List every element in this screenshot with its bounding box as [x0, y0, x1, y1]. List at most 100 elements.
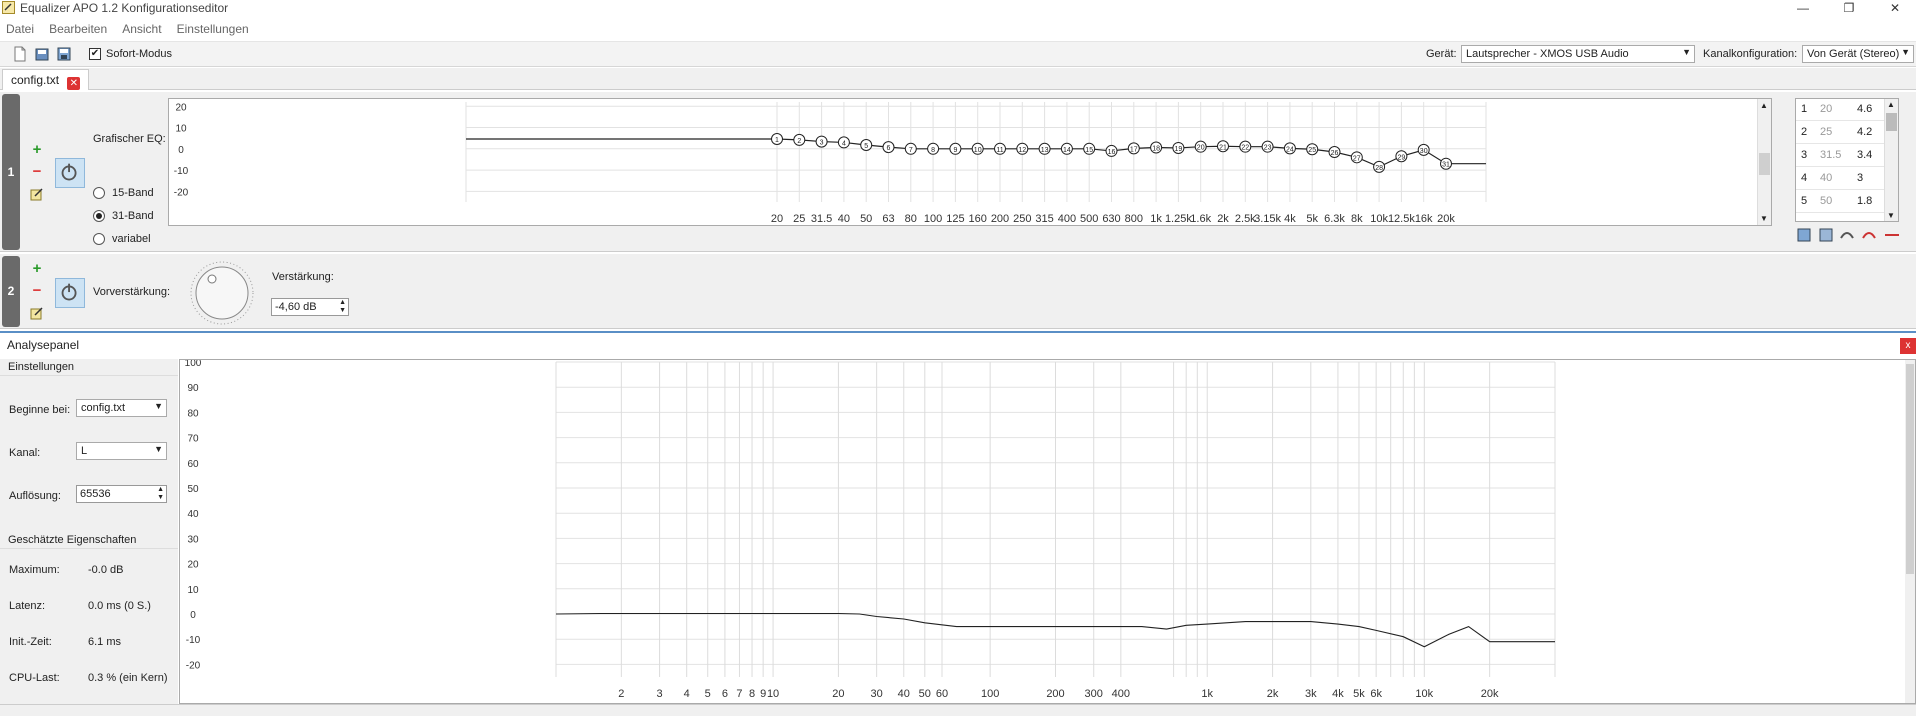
x-tick-label: 200: [1046, 688, 1064, 700]
x-tick-label: 63: [882, 213, 894, 225]
analysis-scrollbar[interactable]: [1905, 360, 1915, 703]
x-tick-label: 1.6k: [1190, 213, 1211, 225]
menu-datei[interactable]: Datei: [0, 20, 40, 38]
radio-31-band[interactable]: [93, 210, 105, 222]
spin-arrows-icon[interactable]: ▲ ▼: [157, 486, 164, 502]
x-tick-label: 5k: [1353, 688, 1365, 700]
gain-knob[interactable]: [188, 260, 256, 326]
scrollbar-thumb[interactable]: [1906, 364, 1914, 574]
menu-einstellungen[interactable]: Einstellungen: [171, 20, 255, 38]
eq-band-point-label: 1: [775, 137, 779, 144]
scroll-up-icon[interactable]: ▲: [1760, 101, 1768, 110]
start-at-label: Beginne bei:: [9, 404, 71, 416]
graphic-eq-label: Grafischer EQ:: [93, 133, 166, 145]
x-tick-label: 200: [991, 213, 1009, 225]
maximize-icon[interactable]: ❐: [1834, 0, 1864, 16]
channel-select[interactable]: L ▼: [76, 442, 167, 460]
latency-value: 0.0 ms (0 S.): [88, 600, 151, 612]
y-tick-label: 0: [178, 145, 184, 156]
minimize-icon[interactable]: —: [1788, 0, 1818, 16]
graphic-eq-plot[interactable]: 20100-10-2020 25 31.5 40 50 63 80 100 125 160 200 2…: [169, 99, 1757, 225]
scrollbar-thumb[interactable]: [1759, 153, 1770, 175]
power-toggle-icon[interactable]: [55, 278, 85, 308]
band-frequency: 40: [1820, 172, 1833, 184]
eq-band-point-label: 14: [1063, 147, 1071, 154]
eq-band-point-label: 21: [1219, 144, 1227, 151]
menu-bearbeiten[interactable]: Bearbeiten: [43, 20, 113, 38]
analysis-panel-header: Analysepanel x: [0, 331, 1916, 359]
gain-spinbox[interactable]: -4,60 dB ▲ ▼: [271, 298, 349, 316]
start-at-select[interactable]: config.txt ▼: [76, 399, 167, 417]
x-tick-label: 250: [1013, 213, 1031, 225]
x-tick-label: 1.25k: [1165, 213, 1192, 225]
band-gain: 1.8: [1857, 195, 1873, 207]
open-file-icon[interactable]: [34, 46, 50, 62]
band-row[interactable]: 5 50 1.8: [1796, 192, 1884, 213]
filter-number: 2: [2, 256, 20, 327]
close-window-icon[interactable]: ✕: [1880, 0, 1910, 16]
load-preset-icon[interactable]: [1819, 228, 1833, 242]
remove-filter-icon[interactable]: −: [30, 164, 44, 179]
band-row[interactable]: 1 20 4.6: [1796, 100, 1884, 121]
scroll-down-icon[interactable]: ▼: [1887, 211, 1895, 220]
save-preset-icon[interactable]: [1797, 228, 1811, 242]
band-index: 5: [1801, 195, 1808, 207]
scrollbar-thumb[interactable]: [1886, 113, 1897, 131]
menu-ansicht[interactable]: Ansicht: [116, 20, 167, 38]
row-divider: [1796, 189, 1884, 190]
x-tick-label: 160: [969, 213, 987, 225]
instant-mode-checkbox[interactable]: ✔: [89, 48, 101, 60]
frequency-response-plot[interactable]: 1009080706050403020100-10-202 3 4 5 6 7 8 9 10 20…: [180, 358, 1915, 703]
new-file-icon[interactable]: [12, 46, 28, 62]
channel-config-value: Von Gerät (Stereo): [1807, 48, 1900, 60]
band-row[interactable]: 3 31.5 3.4: [1796, 146, 1884, 167]
save-file-icon[interactable]: [56, 46, 72, 62]
tab-config[interactable]: config.txt ✕: [2, 69, 90, 90]
row-divider: [1796, 212, 1884, 213]
scroll-up-icon[interactable]: ▲: [1887, 100, 1895, 109]
eq-band-point-label: 25: [1308, 147, 1316, 154]
device-select[interactable]: Lautsprecher - XMOS USB Audio ▼: [1461, 45, 1695, 63]
eq-band-point-label: 24: [1286, 146, 1294, 153]
x-tick-label: 2k: [1267, 688, 1279, 700]
spin-arrows-icon[interactable]: ▲ ▼: [339, 299, 346, 315]
radio-15-band[interactable]: [93, 187, 105, 199]
invert-curve-icon[interactable]: [1862, 232, 1876, 239]
resolution-label: Auflösung:: [9, 490, 61, 502]
resolution-spinbox[interactable]: 65536 ▲ ▼: [76, 485, 167, 503]
x-tick-label: 7: [736, 688, 742, 700]
y-tick-label: 10: [175, 124, 187, 135]
edit-filter-icon[interactable]: [30, 306, 44, 320]
row-divider: [1796, 120, 1884, 121]
close-panel-icon[interactable]: x: [1900, 338, 1916, 354]
close-tab-icon[interactable]: ✕: [67, 77, 81, 90]
band-row[interactable]: 2 25 4.2: [1796, 123, 1884, 144]
init-time-value: 6.1 ms: [88, 636, 122, 648]
x-tick-label: 100: [924, 213, 942, 225]
add-filter-icon[interactable]: +: [30, 261, 44, 276]
analysis-chart[interactable]: 100 90 80 70 60 50 40 30 20 10 0 -10 -20 2 3 4 5 6 7 8 9 10 20…: [179, 358, 1916, 704]
instant-mode-label: Sofort-Modus: [106, 48, 173, 60]
band-table-scrollbar[interactable]: ▲ ▼: [1884, 99, 1898, 221]
x-tick-label: 31.5: [811, 213, 832, 225]
band-row[interactable]: 4 40 3: [1796, 169, 1884, 190]
y-tick-label: -10: [186, 635, 201, 646]
add-filter-icon[interactable]: +: [30, 142, 44, 157]
edit-filter-icon[interactable]: [30, 187, 44, 201]
channel-config-select[interactable]: Von Gerät (Stereo) ▼: [1802, 45, 1914, 63]
x-tick-label: 300: [1085, 688, 1103, 700]
power-toggle-icon[interactable]: [55, 158, 85, 188]
band-gain: 4.2: [1857, 126, 1873, 138]
smooth-curve-icon[interactable]: [1840, 232, 1854, 239]
x-tick-label: 80: [905, 213, 917, 225]
radio-variable-label: variabel: [112, 233, 151, 245]
eq-band-point-label: 2: [797, 138, 801, 145]
y-tick-label: 0: [190, 610, 196, 621]
eq-band-point-label: 11: [996, 147, 1003, 154]
eq-band-point-label: 8: [931, 147, 935, 154]
scroll-down-icon[interactable]: ▼: [1760, 214, 1768, 223]
radio-variable[interactable]: [93, 233, 105, 245]
remove-filter-icon[interactable]: −: [30, 283, 44, 298]
chart-scrollbar[interactable]: ▲ ▼: [1757, 99, 1771, 225]
graphic-eq-chart[interactable]: 20 10 0 -10 -20 20 25 31.5 40 50 63 80 100 125 160 200 2…: [168, 98, 1772, 226]
